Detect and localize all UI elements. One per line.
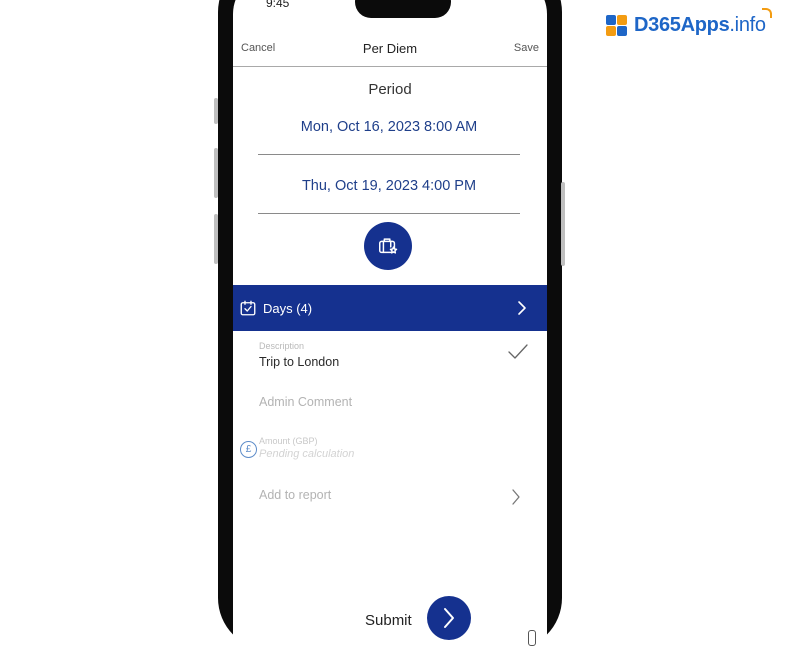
phone-frame: 9:45 Cancel Per Diem Save Period Mon, Oc… [214, 0, 565, 664]
add-to-report-row[interactable]: Add to report [259, 488, 331, 502]
page-title: Per Diem [362, 41, 418, 56]
pound-currency-icon: £ [240, 441, 257, 458]
navigation-bar: Cancel Per Diem Save [233, 34, 547, 67]
description-field[interactable]: Trip to London [259, 355, 339, 369]
logo-brand: D365Apps [634, 14, 730, 36]
calendar-check-icon [240, 300, 256, 316]
submit-label: Submit [365, 612, 412, 629]
days-label: Days (4) [263, 300, 313, 316]
checkmark-icon [508, 344, 528, 359]
chevron-right-icon [518, 301, 526, 315]
amount-value: Pending calculation [259, 448, 355, 460]
dynamic-island [355, 0, 451, 18]
logo-tld: .info [729, 14, 766, 36]
start-date-field[interactable]: Mon, Oct 16, 2023 8:00 AM [258, 119, 520, 155]
days-row[interactable]: Days (4) [233, 285, 547, 331]
description-label: Description [259, 341, 305, 351]
status-time: 9:45 [266, 0, 290, 10]
trip-button[interactable] [364, 222, 412, 270]
power-button [561, 182, 565, 266]
scroll-indicator [528, 630, 536, 646]
action-button [214, 98, 218, 124]
report-chevron-icon[interactable] [511, 488, 521, 506]
submit-button[interactable] [427, 596, 471, 640]
logo-text: D365Apps.info [634, 8, 772, 37]
chevron-right-icon [444, 608, 454, 628]
end-date-field[interactable]: Thu, Oct 19, 2023 4:00 PM [258, 178, 520, 214]
volume-up-button [214, 148, 218, 198]
amount-label: Amount (GBP) [259, 436, 318, 446]
volume-down-button [214, 214, 218, 264]
luggage-star-icon [379, 238, 398, 254]
logo-swoosh [761, 8, 772, 18]
save-button[interactable]: Save [514, 42, 539, 54]
period-label: Period [368, 81, 412, 98]
phone-screen: 9:45 Cancel Per Diem Save Period Mon, Oc… [233, 0, 547, 664]
d365apps-logo: D365Apps.info [606, 8, 772, 37]
logo-mark-icon [606, 14, 628, 37]
admin-comment-field[interactable]: Admin Comment [259, 395, 352, 409]
